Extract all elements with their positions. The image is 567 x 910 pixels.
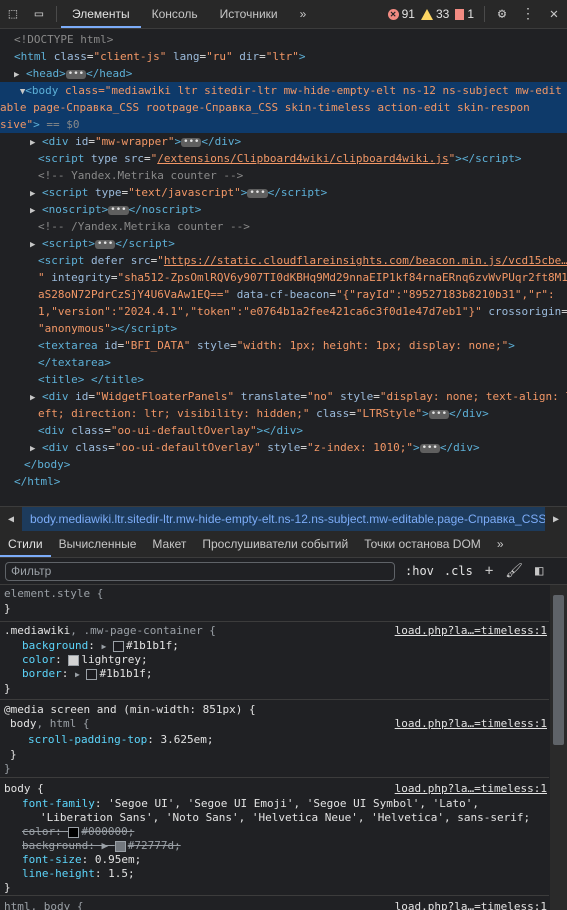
expand-arrow-icon[interactable]: ▶ — [14, 70, 19, 80]
prop-background[interactable]: background: ▶ #1b1b1f; — [22, 639, 549, 653]
script-beacon[interactable]: aS28oN72PdrCzSjY4U6VaAw1EQ==" data-cf-be… — [38, 286, 567, 303]
textarea-node[interactable]: <textarea id="BFI_DATA" style="width: 1p… — [38, 337, 567, 354]
head-node[interactable]: ▶ <head> ••• </head> — [14, 65, 567, 82]
styles-subtabs: Стили Вычисленные Макет Прослушиватели с… — [0, 531, 567, 558]
stylesheet-link[interactable]: load.php?la…=timeless:1 — [395, 624, 547, 637]
tab-elements[interactable]: Элементы — [61, 0, 141, 28]
breadcrumb-left-arrow-icon[interactable]: ◀ — [0, 507, 22, 531]
divider — [484, 6, 485, 22]
prop-line-height[interactable]: line-height: 1.5; — [22, 867, 549, 881]
issues-count: 1 — [467, 7, 474, 21]
warning-icon — [420, 8, 433, 20]
script-clipboard[interactable]: <script type src="/extensions/Clipboard4… — [38, 150, 567, 167]
scrollbar-thumb[interactable] — [553, 595, 564, 745]
styles-scrollbar[interactable] — [550, 585, 567, 910]
warnings-badge[interactable]: 33 — [420, 7, 450, 21]
element-style-rule: element.style { } — [0, 585, 549, 622]
html-node[interactable]: <html class="client-js" lang="ru" dir="l… — [14, 48, 567, 65]
elements-tree: <!DOCTYPE html> <html class="client-js" … — [0, 29, 567, 505]
body-node-cont2[interactable]: sive"> == $0 — [0, 116, 567, 133]
prop-scroll-padding-top[interactable]: scroll-padding-top: 3.625em; — [28, 733, 549, 747]
warnings-count: 33 — [435, 7, 450, 21]
inspect-element-icon[interactable]: ⬚ — [0, 0, 26, 28]
textarea-close[interactable]: </textarea> — [38, 354, 567, 371]
html-close[interactable]: </html> — [14, 473, 567, 490]
script-cloudflare[interactable]: <script defer src="https://static.cloudf… — [38, 252, 567, 269]
error-icon: ✕ — [387, 8, 399, 20]
close-icon[interactable]: ✕ — [541, 0, 567, 28]
script-integrity[interactable]: " integrity="sha512-ZpsOmlRQV6y907TI0dKB… — [38, 269, 567, 286]
hov-button[interactable]: :hov — [405, 564, 434, 578]
body-node-selected[interactable]: ▼<body class="mediawiki ltr sitedir-ltr … — [0, 82, 567, 99]
rule-close: } — [4, 602, 11, 615]
doctype-line[interactable]: <!DOCTYPE html> — [14, 31, 567, 48]
tab-styles[interactable]: Стили — [0, 531, 51, 557]
div-mw-wrapper[interactable]: ▶ <div id="mw-wrapper"> ••• </div> — [30, 133, 567, 150]
tab-dom-breakpoints[interactable]: Точки останова DOM — [356, 531, 489, 557]
issues-icon — [455, 8, 465, 20]
prop-background-struck[interactable]: background: ▶ #72777d; — [22, 839, 549, 853]
device-toolbar-icon[interactable]: ▭ — [26, 0, 52, 28]
body-node-cont[interactable]: able page-Справка_CSS rootpage-Справка_C… — [0, 99, 567, 116]
script-node[interactable]: ▶ <script> ••• </script> — [30, 235, 567, 252]
ellipsis-badge[interactable]: ••• — [65, 69, 87, 79]
breadcrumb-right-arrow-icon[interactable]: ▶ — [545, 507, 567, 531]
stylesheet-link[interactable]: load.php?la…=timeless:1 — [395, 717, 547, 730]
tab-sources[interactable]: Источники — [209, 0, 289, 28]
html-body-rule: html, body { load.php?la…=timeless:1 — [0, 896, 549, 910]
more-options-icon[interactable]: ⋮ — [515, 0, 541, 28]
prop-color[interactable]: color: lightgrey; — [22, 653, 549, 667]
noscript-node[interactable]: ▶ <noscript> ••• </noscript> — [30, 201, 567, 218]
tab-computed[interactable]: Вычисленные — [51, 531, 145, 557]
settings-gear-icon[interactable]: ⚙ — [489, 0, 515, 28]
breadcrumb: ◀ body.mediawiki.ltr.sitedir-ltr.mw-hide… — [0, 506, 567, 532]
comment-metrika-end[interactable]: <!-- /Yandex.Metrika counter --> — [38, 218, 567, 235]
element-style-selector[interactable]: element.style { — [4, 587, 549, 601]
new-style-rule-icon[interactable]: + — [485, 563, 493, 579]
devtools-toolbar: ⬚ ▭ Элементы Консоль Источники » ✕ 91 33… — [0, 0, 567, 29]
divider — [56, 6, 57, 22]
tab-layout[interactable]: Макет — [144, 531, 194, 557]
toggle-sidebar-icon[interactable]: ◧ — [535, 563, 543, 579]
body-close[interactable]: </body> — [24, 456, 567, 473]
issues-badge[interactable]: 1 — [455, 7, 474, 21]
stylesheet-link[interactable]: load.php?la…=timeless:1 — [395, 782, 547, 795]
prop-font-family[interactable]: font-family: 'Segoe UI', 'Segoe UI Emoji… — [22, 797, 549, 811]
div-widget-panels-cont[interactable]: eft; direction: ltr; visibility: hidden;… — [38, 405, 567, 422]
div-widget-panels[interactable]: ▶ <div id="WidgetFloaterPanels" translat… — [30, 388, 567, 405]
prop-color-struck[interactable]: color: #000000; — [22, 825, 549, 839]
div-overlay-2[interactable]: ▶ <div class="oo-ui-defaultOverlay" styl… — [30, 439, 567, 456]
filter-input[interactable] — [5, 561, 395, 581]
media-query: @media screen and (min-width: 851px) { — [4, 703, 256, 716]
tab-event-listeners[interactable]: Прослушиватели событий — [194, 531, 356, 557]
errors-badge[interactable]: ✕ 91 — [387, 7, 415, 21]
div-overlay-1[interactable]: <div class="oo-ui-defaultOverlay"></div> — [38, 422, 567, 439]
prop-border[interactable]: border: ▶ #1b1b1f; — [22, 667, 549, 681]
breadcrumb-body[interactable]: body.mediawiki.ltr.sitedir-ltr.mw-hide-e… — [22, 507, 545, 531]
prop-font-size[interactable]: font-size: 0.95em; — [22, 853, 549, 867]
prop-font-family-cont: 'Liberation Sans', 'Noto Sans', 'Helveti… — [40, 811, 531, 824]
stylesheet-link[interactable]: load.php?la…=timeless:1 — [395, 900, 547, 910]
errors-count: 91 — [401, 7, 415, 21]
tab-console[interactable]: Консоль — [141, 0, 209, 28]
script-js[interactable]: ▶ <script type="text/javascript"> ••• </sc… — [30, 184, 567, 201]
mediawiki-rule: .mediawiki, .mw-page-container { load.ph… — [0, 622, 549, 700]
more-subtabs-icon[interactable]: » — [489, 531, 512, 557]
script-beacon-cont[interactable]: 1,"version":"2024.4.1","token":"e0764b1a… — [38, 303, 567, 320]
title-node[interactable]: <title> </title> — [38, 371, 567, 388]
cls-button[interactable]: .cls — [444, 564, 473, 578]
more-tabs-icon[interactable]: » — [289, 0, 318, 28]
script-crossorigin[interactable]: "anonymous"></script> — [38, 320, 567, 337]
media-rule: @media screen and (min-width: 851px) { b… — [0, 700, 549, 778]
filter-bar: :hov .cls + 🖌 ◧ — [0, 558, 567, 585]
body-rule: body { load.php?la…=timeless:1 font-fami… — [0, 778, 549, 896]
comment-metrika[interactable]: <!-- Yandex.Metrika counter --> — [38, 167, 567, 184]
paint-brush-icon[interactable]: 🖌 — [505, 563, 523, 579]
styles-pane: element.style { } .mediawiki, .mw-page-c… — [0, 585, 549, 910]
